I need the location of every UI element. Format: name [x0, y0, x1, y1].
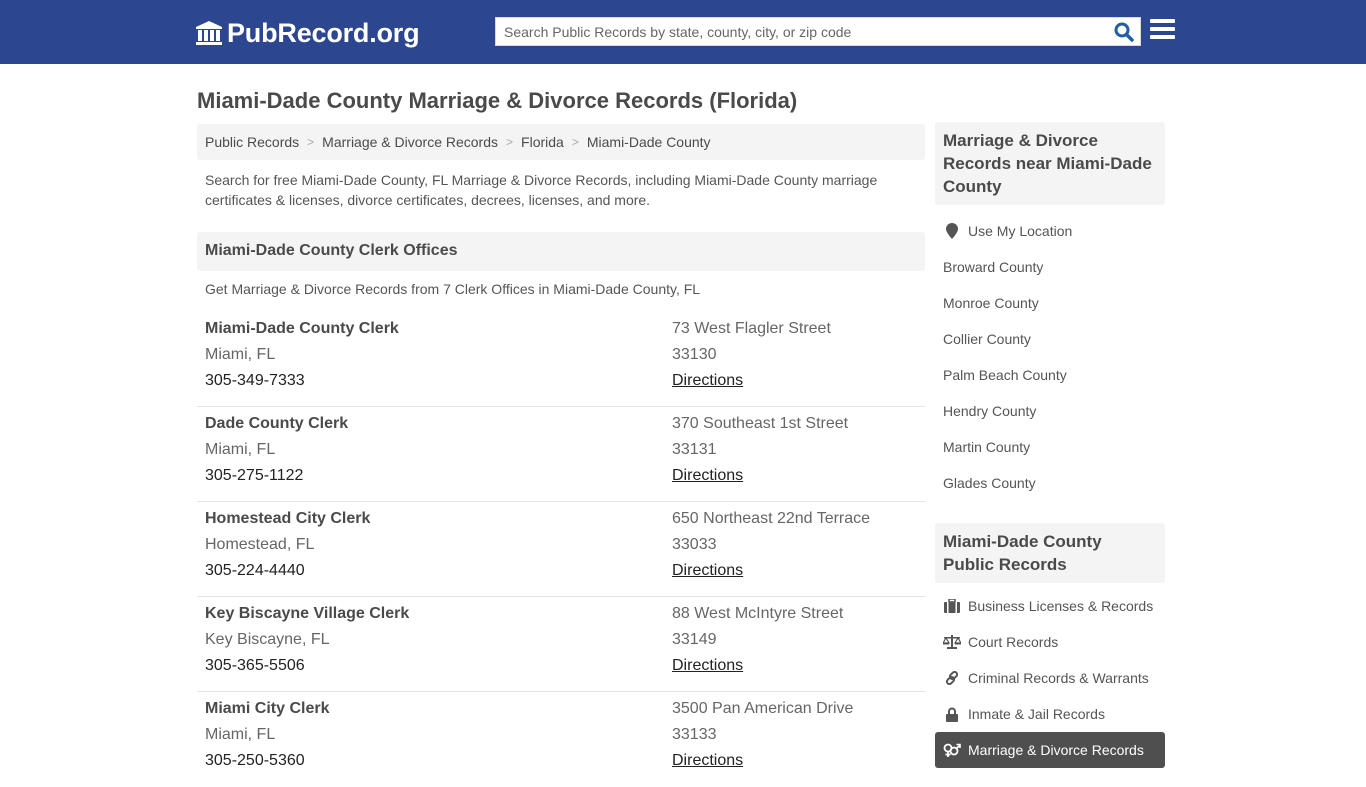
category-criminal-records[interactable]: Criminal Records & Warrants [935, 660, 1165, 696]
venus-mars-icon [943, 742, 961, 758]
category-marriage-divorce[interactable]: Marriage & Divorce Records [935, 732, 1165, 768]
menu-bar-icon [1150, 19, 1175, 23]
nearby-county-link[interactable]: Collier County [935, 321, 1165, 357]
office-item: Miami City Clerk Miami, FL 305-250-5360 … [197, 692, 925, 787]
breadcrumb-separator: > [506, 135, 514, 149]
nearby-county-link[interactable]: Martin County [935, 429, 1165, 465]
briefcase-icon [943, 598, 961, 614]
category-label: Court Records [968, 634, 1059, 650]
breadcrumb-separator: > [307, 135, 315, 149]
office-city: Homestead, FL [205, 536, 315, 553]
breadcrumb-florida[interactable]: Florida [521, 134, 564, 150]
nearby-title: Marriage & Divorce Records near Miami-Da… [935, 122, 1165, 205]
category-inmate-jail[interactable]: Inmate & Jail Records [935, 696, 1165, 732]
office-city: Miami, FL [205, 441, 276, 458]
use-my-location-link[interactable]: Use My Location [935, 213, 1165, 249]
logo-text: PubRecord.org [227, 17, 420, 48]
office-phone[interactable]: 305-365-5506 [205, 657, 409, 683]
link-icon [943, 670, 961, 686]
nearby-county-link[interactable]: Monroe County [935, 285, 1165, 321]
section-intro: Get Marriage & Divorce Records from 7 Cl… [205, 281, 701, 297]
search-box [495, 17, 1141, 46]
breadcrumb-marriage-divorce[interactable]: Marriage & Divorce Records [322, 134, 498, 150]
office-city: Key Biscayne, FL [205, 631, 330, 648]
menu-bar-icon [1150, 27, 1175, 31]
site-logo[interactable]: PubRecord.org [195, 17, 420, 49]
office-phone[interactable]: 305-224-4440 [205, 562, 370, 588]
office-item: Key Biscayne Village Clerk Key Biscayne,… [197, 597, 925, 692]
directions-link[interactable]: Directions [672, 752, 743, 769]
office-item: Dade County Clerk Miami, FL 305-275-1122… [197, 407, 925, 502]
office-zip: 33033 [672, 536, 717, 553]
category-label: Inmate & Jail Records [968, 706, 1105, 722]
section-title: Miami-Dade County Clerk Offices [197, 232, 925, 271]
office-phone[interactable]: 305-250-5360 [205, 752, 329, 778]
directions-link[interactable]: Directions [672, 657, 743, 674]
courthouse-icon [196, 21, 222, 45]
office-name: Key Biscayne Village Clerk [205, 605, 410, 622]
category-court-records[interactable]: Court Records [935, 624, 1165, 660]
page-title: Miami-Dade County Marriage & Divorce Rec… [197, 88, 798, 113]
breadcrumb: Public Records > Marriage & Divorce Reco… [197, 124, 925, 160]
category-label: Criminal Records & Warrants [968, 670, 1149, 686]
office-address: 73 West Flagler Street [672, 320, 831, 337]
office-city: Miami, FL [205, 726, 276, 743]
use-my-location-label: Use My Location [968, 223, 1073, 239]
office-phone[interactable]: 305-275-1122 [205, 467, 348, 493]
category-label: Business Licenses & Records [968, 598, 1154, 614]
office-item: Homestead City Clerk Homestead, FL 305-2… [197, 502, 925, 597]
office-item: Miami-Dade County Clerk Miami, FL 305-34… [197, 312, 925, 407]
menu-bar-icon [1150, 35, 1175, 39]
nearby-county-link[interactable]: Broward County [935, 249, 1165, 285]
intro-text: Search for free Miami-Dade County, FL Ma… [205, 172, 878, 208]
breadcrumb-public-records[interactable]: Public Records [205, 134, 299, 150]
directions-link[interactable]: Directions [672, 467, 743, 484]
lock-icon [943, 706, 961, 722]
breadcrumb-miami-dade[interactable]: Miami-Dade County [587, 134, 711, 150]
nearby-sidebar: Marriage & Divorce Records near Miami-Da… [935, 122, 1165, 501]
search-input[interactable] [496, 18, 1106, 45]
office-name: Dade County Clerk [205, 415, 349, 432]
office-zip: 33130 [672, 346, 717, 363]
nearby-county-link[interactable]: Glades County [935, 465, 1165, 501]
office-name: Miami-Dade County Clerk [205, 320, 399, 337]
office-zip: 33131 [672, 441, 717, 458]
top-navbar: PubRecord.org [0, 0, 1366, 64]
category-label: Marriage & Divorce Records [968, 742, 1144, 758]
scale-icon [943, 634, 961, 650]
office-zip: 33133 [672, 726, 717, 743]
breadcrumb-separator: > [571, 135, 579, 149]
directions-link[interactable]: Directions [672, 372, 743, 389]
public-records-title: Miami-Dade County Public Records [935, 523, 1165, 583]
category-business-licenses[interactable]: Business Licenses & Records [935, 588, 1165, 624]
nearby-county-link[interactable]: Hendry County [935, 393, 1165, 429]
search-icon [1114, 22, 1134, 42]
nearby-county-link[interactable]: Palm Beach County [935, 357, 1165, 393]
public-records-sidebar: Miami-Dade County Public Records Busines… [935, 523, 1165, 768]
search-button[interactable] [1112, 21, 1136, 43]
office-zip: 33149 [672, 631, 717, 648]
office-address: 3500 Pan American Drive [672, 700, 854, 717]
map-marker-icon [943, 223, 961, 239]
office-name: Homestead City Clerk [205, 510, 371, 527]
office-city: Miami, FL [205, 346, 276, 363]
office-name: Miami City Clerk [205, 700, 330, 717]
office-list: Miami-Dade County Clerk Miami, FL 305-34… [197, 312, 925, 787]
office-address: 88 West McIntyre Street [672, 605, 844, 622]
office-address: 370 Southeast 1st Street [672, 415, 849, 432]
hamburger-menu-button[interactable] [1150, 19, 1175, 43]
office-phone[interactable]: 305-349-7333 [205, 372, 399, 398]
office-address: 650 Northeast 22nd Terrace [672, 510, 871, 527]
directions-link[interactable]: Directions [672, 562, 743, 579]
